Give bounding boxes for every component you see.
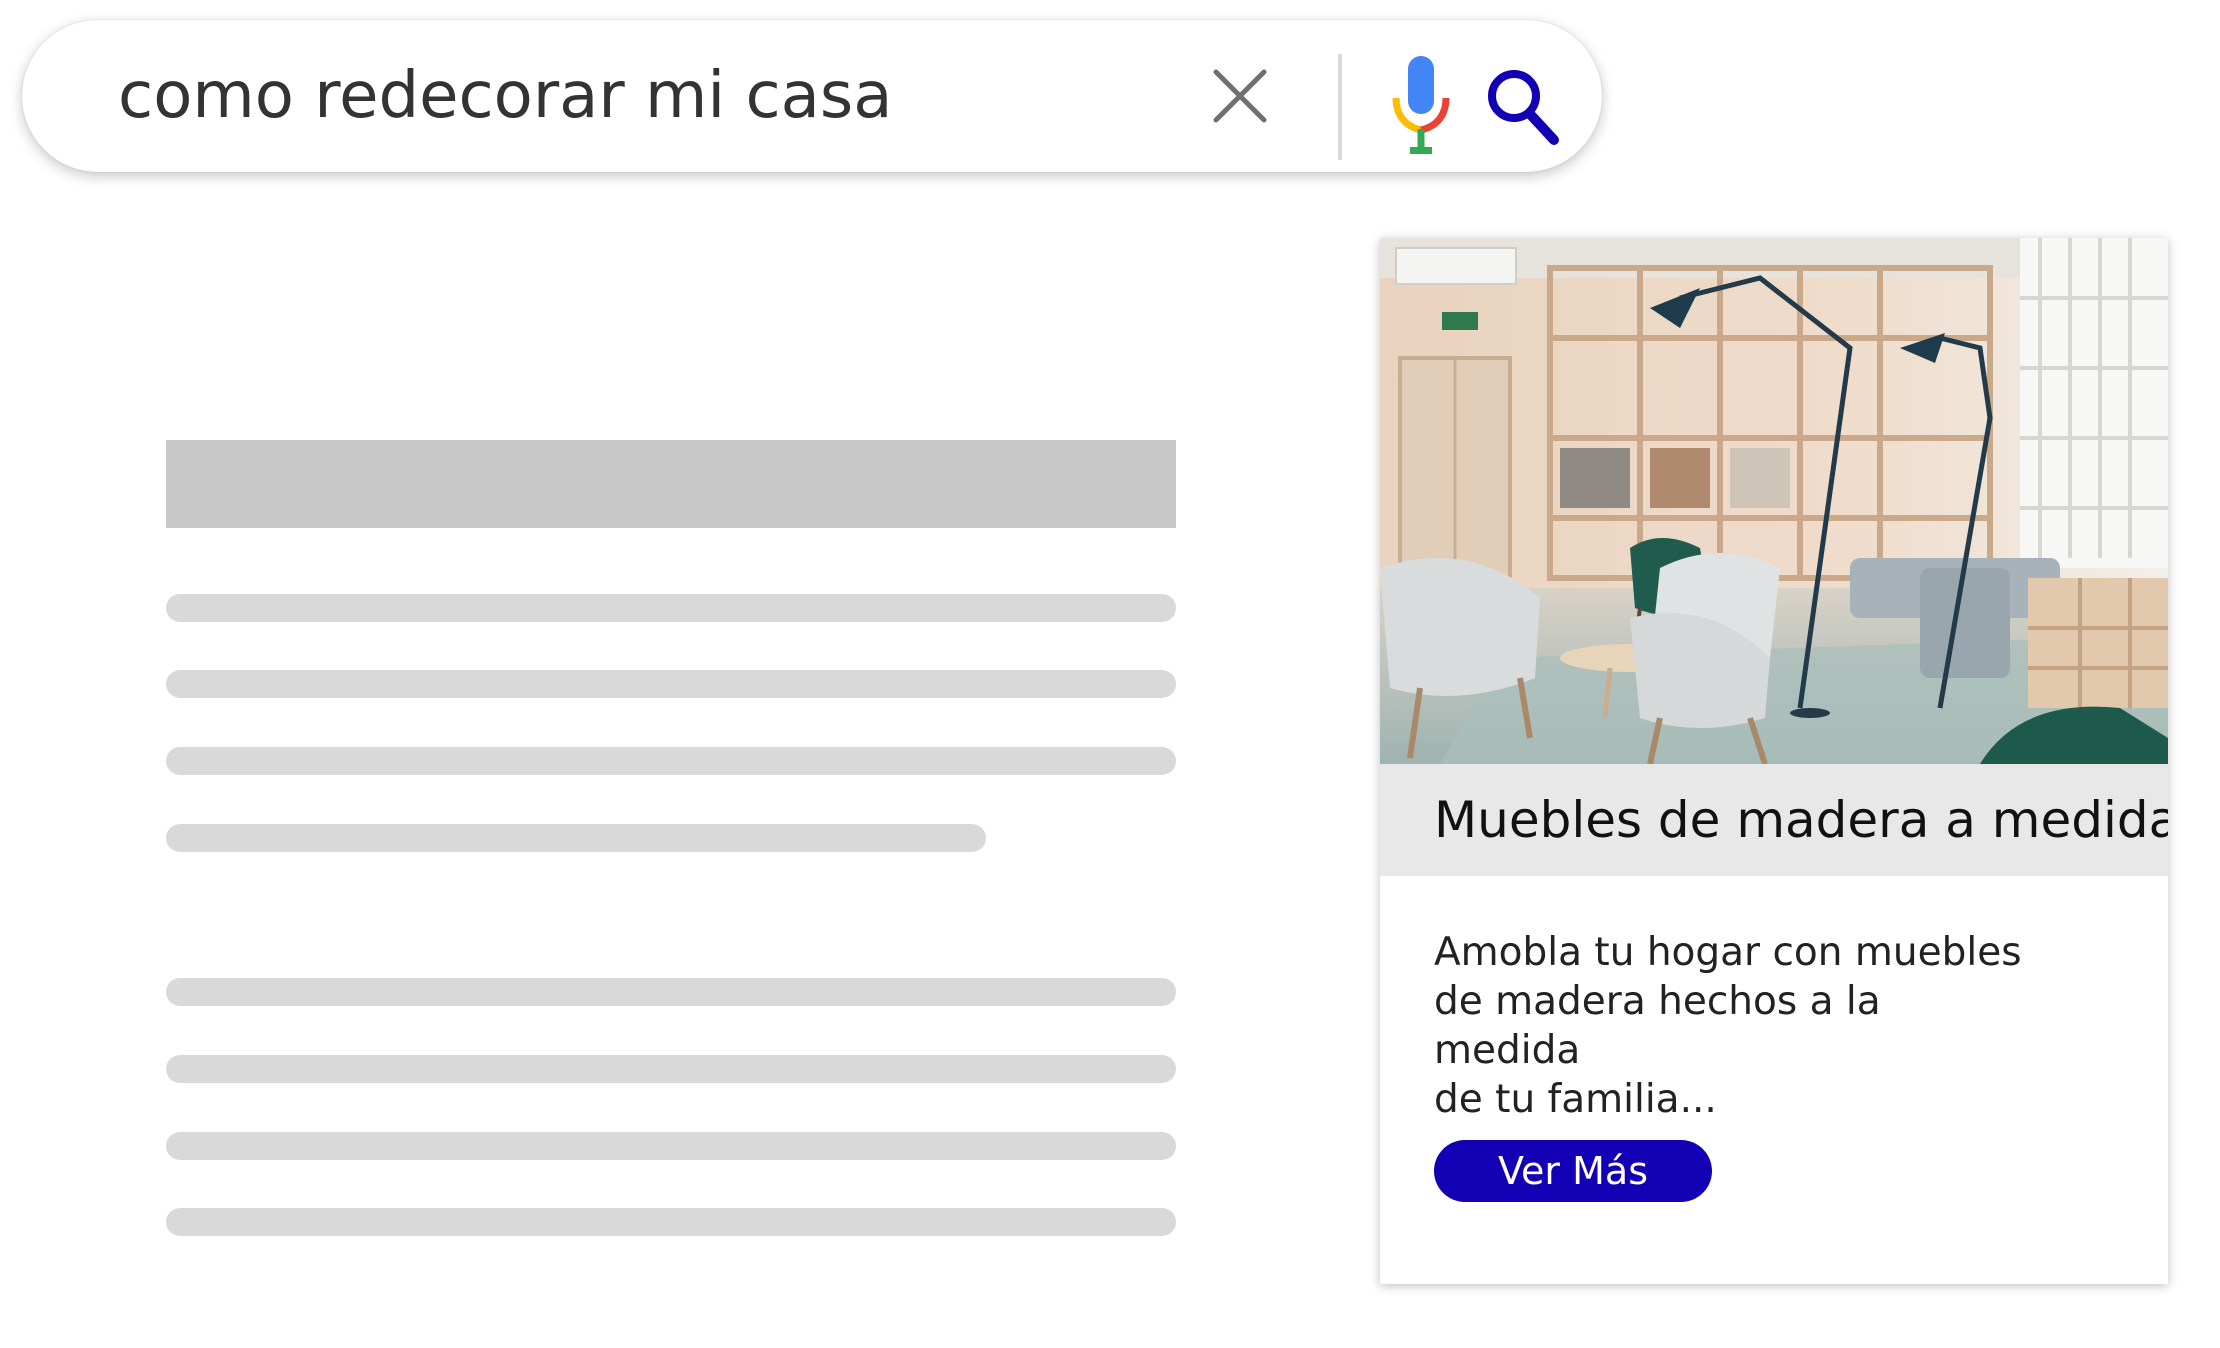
search-bar bbox=[22, 20, 1602, 172]
text-line-placeholder bbox=[166, 1055, 1176, 1083]
text-line-placeholder bbox=[166, 1208, 1176, 1236]
search-divider bbox=[1338, 54, 1342, 160]
close-icon[interactable] bbox=[1210, 66, 1270, 126]
ad-card: Muebles de madera a medida Amobla tu hog… bbox=[1380, 238, 2168, 1284]
text-line-placeholder bbox=[166, 1132, 1176, 1160]
text-line-placeholder bbox=[166, 978, 1176, 1006]
page: Muebles de madera a medida Amobla tu hog… bbox=[0, 0, 2220, 1348]
text-line-placeholder bbox=[166, 747, 1176, 775]
ver-mas-button[interactable]: Ver Más bbox=[1434, 1140, 1712, 1202]
ad-title-band: Muebles de madera a medida bbox=[1380, 764, 2168, 876]
result-title-placeholder bbox=[166, 440, 1176, 528]
living-room-photo bbox=[1380, 238, 2168, 764]
search-icon[interactable] bbox=[1484, 66, 1560, 148]
ad-description: Amobla tu hogar con muebles de madera he… bbox=[1434, 930, 2022, 1122]
microphone-icon[interactable] bbox=[1390, 52, 1452, 160]
text-line-placeholder bbox=[166, 594, 1176, 622]
search-input[interactable] bbox=[118, 20, 1168, 172]
text-line-placeholder bbox=[166, 670, 1176, 698]
text-line-placeholder bbox=[166, 824, 986, 852]
ad-title[interactable]: Muebles de madera a medida bbox=[1434, 764, 2168, 876]
